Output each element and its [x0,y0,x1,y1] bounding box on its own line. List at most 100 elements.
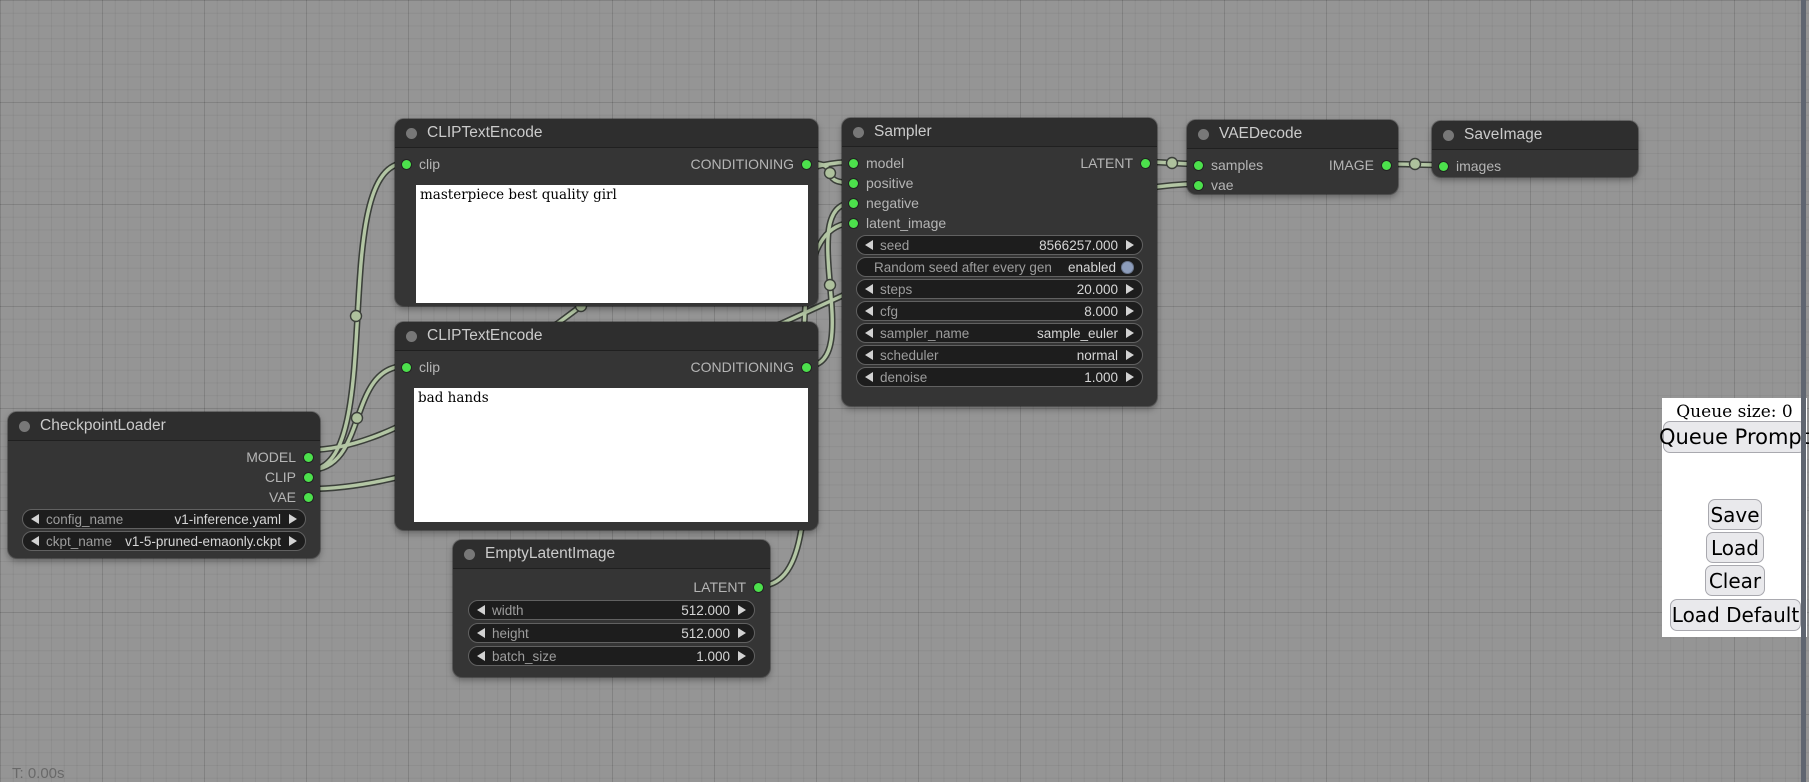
input-port-dot[interactable] [849,219,858,228]
increment-arrow-icon[interactable] [738,605,746,615]
increment-arrow-icon[interactable] [1126,240,1134,250]
output-port-dot[interactable] [802,160,811,169]
queue-prompt-button[interactable]: Queue Prompt [1663,421,1806,453]
node-save-image[interactable]: SaveImage images [1432,121,1638,177]
node-sampler[interactable]: Sampler model LATENT positive negative l… [842,118,1157,406]
node-vae-decode[interactable]: VAEDecode samples IMAGE vae [1187,120,1398,194]
output-label: CONDITIONING [691,156,794,172]
node-title: CLIPTextEncode [427,124,542,142]
widget-value: v1-5-pruned-emaonly.ckpt [125,534,281,549]
node-clip-text-encode-negative[interactable]: CLIPTextEncode clip CONDITIONING bad han… [395,322,818,530]
toggle-icon[interactable] [1121,261,1134,274]
load-default-button[interactable]: Load Default [1670,599,1801,631]
output-port-dot[interactable] [1382,161,1391,170]
increment-arrow-icon[interactable] [738,628,746,638]
collapse-dot-icon[interactable] [1443,130,1454,141]
widget-steps[interactable]: steps 20.000 [856,279,1143,299]
input-port-dot[interactable] [1439,162,1448,171]
output-port-dot[interactable] [1141,159,1150,168]
input-row-negative: negative [842,193,1157,213]
increment-arrow-icon[interactable] [1126,328,1134,338]
widget-ckpt-name[interactable]: ckpt_name v1-5-pruned-emaonly.ckpt [22,531,306,551]
collapse-dot-icon[interactable] [1198,129,1209,140]
node-empty-latent-image[interactable]: EmptyLatentImage LATENT width 512.000 he… [453,540,770,677]
io-row-samples-image: samples IMAGE [1187,155,1398,175]
node-header[interactable]: EmptyLatentImage [453,540,770,569]
output-port-dot[interactable] [304,473,313,482]
output-label: VAE [269,489,296,505]
clear-button[interactable]: Clear [1705,565,1765,596]
load-button[interactable]: Load [1706,532,1764,563]
input-port-dot[interactable] [849,159,858,168]
decrement-arrow-icon[interactable] [865,240,873,250]
widget-height[interactable]: height 512.000 [468,623,755,643]
collapse-dot-icon[interactable] [406,331,417,342]
input-label: latent_image [866,215,946,231]
widget-label: height [492,626,529,641]
output-port-dot[interactable] [304,493,313,502]
widget-value: 512.000 [681,626,730,641]
input-port-dot[interactable] [1194,161,1203,170]
decrement-arrow-icon[interactable] [865,372,873,382]
output-port-dot[interactable] [802,363,811,372]
increment-arrow-icon[interactable] [1126,372,1134,382]
prompt-textarea[interactable]: masterpiece best quality girl [416,185,808,303]
node-title: SaveImage [1464,126,1542,144]
widget-random-seed-toggle[interactable]: Random seed after every gen enabled [856,257,1143,277]
widget-batch-size[interactable]: batch_size 1.000 [468,646,755,666]
save-button[interactable]: Save [1708,499,1762,530]
decrement-arrow-icon[interactable] [477,628,485,638]
widget-denoise[interactable]: denoise 1.000 [856,367,1143,387]
input-port-dot[interactable] [849,179,858,188]
node-header[interactable]: CheckpointLoader [8,412,320,441]
widget-label: seed [880,238,909,253]
decrement-arrow-icon[interactable] [865,284,873,294]
decrement-arrow-icon[interactable] [477,651,485,661]
node-header[interactable]: Sampler [842,118,1157,147]
widget-config-name[interactable]: config_name v1-inference.yaml [22,509,306,529]
collapse-dot-icon[interactable] [464,549,475,560]
increment-arrow-icon[interactable] [1126,306,1134,316]
node-header[interactable]: CLIPTextEncode [395,322,818,351]
widget-seed[interactable]: seed 8566257.000 [856,235,1143,255]
node-clip-text-encode-positive[interactable]: CLIPTextEncode clip CONDITIONING masterp… [395,119,818,306]
widget-label: sampler_name [880,326,969,341]
input-port-dot[interactable] [402,160,411,169]
prompt-textarea[interactable]: bad hands [414,388,808,522]
node-header[interactable]: CLIPTextEncode [395,119,818,148]
input-port-dot[interactable] [1194,181,1203,190]
scrollbar[interactable] [1801,0,1806,782]
output-port-dot[interactable] [754,583,763,592]
increment-arrow-icon[interactable] [289,514,297,524]
widget-label: cfg [880,304,898,319]
widget-width[interactable]: width 512.000 [468,600,755,620]
node-checkpoint-loader[interactable]: CheckpointLoader MODEL CLIP VAE config_n… [8,412,320,558]
widget-value: 1.000 [1084,370,1118,385]
collapse-dot-icon[interactable] [406,128,417,139]
output-row-vae: VAE [8,487,320,507]
decrement-arrow-icon[interactable] [477,605,485,615]
collapse-dot-icon[interactable] [853,127,864,138]
widget-sampler-name[interactable]: sampler_name sample_euler [856,323,1143,343]
decrement-arrow-icon[interactable] [31,536,39,546]
io-row-model-latent: model LATENT [842,153,1157,173]
increment-arrow-icon[interactable] [289,536,297,546]
node-header[interactable]: SaveImage [1432,121,1638,150]
decrement-arrow-icon[interactable] [865,328,873,338]
widget-scheduler[interactable]: scheduler normal [856,345,1143,365]
widget-cfg[interactable]: cfg 8.000 [856,301,1143,321]
input-port-dot[interactable] [402,363,411,372]
increment-arrow-icon[interactable] [1126,350,1134,360]
widget-label: steps [880,282,912,297]
collapse-dot-icon[interactable] [19,421,30,432]
increment-arrow-icon[interactable] [738,651,746,661]
decrement-arrow-icon[interactable] [865,306,873,316]
node-header[interactable]: VAEDecode [1187,120,1398,149]
input-port-dot[interactable] [849,199,858,208]
decrement-arrow-icon[interactable] [865,350,873,360]
widget-value: 8.000 [1084,304,1118,319]
output-label: LATENT [1080,155,1133,171]
output-port-dot[interactable] [304,453,313,462]
increment-arrow-icon[interactable] [1126,284,1134,294]
decrement-arrow-icon[interactable] [31,514,39,524]
